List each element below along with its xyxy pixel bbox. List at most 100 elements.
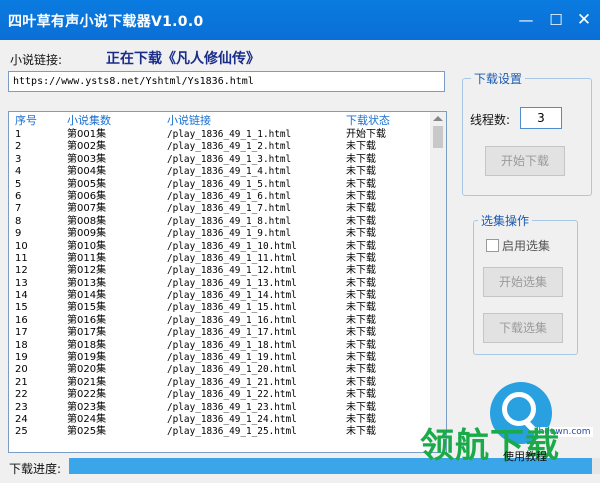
table-row[interactable]: 22 第022集/play_1836_49_1_22.html 未下载 bbox=[9, 389, 431, 401]
table-row[interactable]: 6 第006集/play_1836_49_1_6.html 未下载 bbox=[9, 191, 431, 203]
enable-selection-checkbox[interactable]: 启用选集 bbox=[486, 237, 550, 254]
row-status: 未下载 bbox=[346, 290, 376, 302]
row-index: 22 bbox=[15, 389, 28, 401]
table-row[interactable]: 12 第012集/play_1836_49_1_12.html 未下载 bbox=[9, 265, 431, 277]
row-link: /play_1836_49_1_21.html bbox=[167, 376, 297, 388]
header-status[interactable]: 下载状态 bbox=[346, 112, 390, 128]
row-index: 19 bbox=[15, 352, 28, 364]
row-status: 未下载 bbox=[346, 240, 376, 252]
list-header: 序号 小说集数 小说链接 下载状态 bbox=[9, 112, 431, 129]
row-link: /play_1836_49_1_20.html bbox=[167, 364, 297, 376]
table-row[interactable]: 15 第015集/play_1836_49_1_15.html 未下载 bbox=[9, 302, 431, 314]
table-row[interactable]: 18 第018集/play_1836_49_1_18.html 未下载 bbox=[9, 340, 431, 352]
row-index: 23 bbox=[15, 401, 28, 413]
row-status: 未下载 bbox=[346, 190, 376, 202]
row-status: 未下载 bbox=[346, 215, 376, 227]
checkbox-box[interactable] bbox=[486, 239, 499, 252]
selection-title: 选集操作 bbox=[478, 212, 533, 229]
close-icon[interactable]: ✕ bbox=[574, 10, 594, 30]
row-status: 未下载 bbox=[346, 228, 376, 240]
header-episode[interactable]: 小说集数 bbox=[67, 112, 111, 128]
row-episode: 第017集 bbox=[67, 327, 107, 339]
tutorial-link[interactable]: 使用教程 bbox=[503, 448, 547, 464]
row-episode: 第007集 bbox=[67, 203, 107, 215]
episode-list[interactable]: 序号 小说集数 小说链接 下载状态 1 第001集/play_1836_49_1_… bbox=[8, 111, 447, 453]
table-row[interactable]: 19 第019集/play_1836_49_1_19.html 未下载 bbox=[9, 352, 431, 364]
row-link: /play_1836_49_1_5.html bbox=[167, 178, 292, 190]
table-row[interactable]: 23 第023集/play_1836_49_1_23.html 未下载 bbox=[9, 402, 431, 414]
row-status: 未下载 bbox=[346, 327, 376, 339]
list-scrollbar[interactable] bbox=[430, 112, 446, 452]
row-index: 18 bbox=[15, 339, 28, 351]
scroll-up-icon[interactable] bbox=[433, 116, 443, 121]
url-input[interactable]: https://www.ysts8.net/Yshtml/Ys1836.html bbox=[8, 71, 445, 92]
settings-title: 下载设置 bbox=[471, 70, 526, 87]
row-episode: 第009集 bbox=[67, 228, 107, 240]
table-row[interactable]: 10 第010集/play_1836_49_1_10.html 未下载 bbox=[9, 241, 431, 253]
row-status: 未下载 bbox=[346, 364, 376, 376]
table-row[interactable]: 21 第021集/play_1836_49_1_21.html 未下载 bbox=[9, 377, 431, 389]
table-row[interactable]: 24 第024集/play_1836_49_1_24.html 未下载 bbox=[9, 414, 431, 426]
row-status: 开始下载 bbox=[346, 129, 386, 140]
row-link: /play_1836_49_1_6.html bbox=[167, 190, 292, 202]
row-status: 未下载 bbox=[346, 302, 376, 314]
table-row[interactable]: 5 第005集/play_1836_49_1_5.html 未下载 bbox=[9, 179, 431, 191]
thread-count-input[interactable]: 3 bbox=[520, 107, 562, 129]
url-label: 小说链接: bbox=[10, 53, 63, 67]
row-index: 14 bbox=[15, 290, 28, 302]
row-index: 6 bbox=[15, 190, 22, 202]
row-episode: 第016集 bbox=[67, 314, 107, 326]
downloading-status: 正在下载《凡人修仙传》 bbox=[106, 51, 260, 67]
minimize-icon[interactable]: — bbox=[516, 10, 536, 30]
row-status: 未下载 bbox=[346, 413, 376, 425]
scroll-thumb[interactable] bbox=[433, 126, 443, 148]
row-episode: 第001集 bbox=[67, 129, 107, 140]
header-link[interactable]: 小说链接 bbox=[167, 112, 211, 128]
row-episode: 第005集 bbox=[67, 178, 107, 190]
row-link: /play_1836_49_1_7.html bbox=[167, 203, 292, 215]
table-row[interactable]: 2 第002集/play_1836_49_1_2.html 未下载 bbox=[9, 141, 431, 153]
header-index[interactable]: 序号 bbox=[15, 112, 37, 128]
row-episode: 第025集 bbox=[67, 426, 107, 438]
table-row[interactable]: 9 第009集/play_1836_49_1_9.html 未下载 bbox=[9, 228, 431, 240]
row-episode: 第018集 bbox=[67, 339, 107, 351]
start-download-button[interactable]: 开始下载 bbox=[485, 146, 565, 176]
table-row[interactable]: 14 第014集/play_1836_49_1_14.html 未下载 bbox=[9, 290, 431, 302]
list-rows: 1 第001集/play_1836_49_1_1.html 开始下载 2 第002集/p… bbox=[9, 129, 431, 439]
row-status: 未下载 bbox=[346, 203, 376, 215]
row-status: 未下载 bbox=[346, 265, 376, 277]
table-row[interactable]: 8 第008集/play_1836_49_1_8.html 未下载 bbox=[9, 216, 431, 228]
row-index: 11 bbox=[15, 252, 28, 264]
table-row[interactable]: 7 第007集/play_1836_49_1_7.html 未下载 bbox=[9, 203, 431, 215]
row-episode: 第015集 bbox=[67, 302, 107, 314]
table-row[interactable]: 25 第025集/play_1836_49_1_25.html 未下载 bbox=[9, 426, 431, 438]
row-episode: 第002集 bbox=[67, 141, 107, 153]
row-status: 未下载 bbox=[346, 339, 376, 351]
table-row[interactable]: 11 第011集/play_1836_49_1_11.html 未下载 bbox=[9, 253, 431, 265]
maximize-icon[interactable]: ☐ bbox=[546, 10, 566, 30]
row-status: 未下载 bbox=[346, 166, 376, 178]
table-row[interactable]: 17 第017集/play_1836_49_1_17.html 未下载 bbox=[9, 327, 431, 339]
row-status: 未下载 bbox=[346, 153, 376, 165]
row-episode: 第021集 bbox=[67, 376, 107, 388]
row-status: 未下载 bbox=[346, 352, 376, 364]
row-episode: 第010集 bbox=[67, 240, 107, 252]
row-link: /play_1836_49_1_11.html bbox=[167, 252, 297, 264]
table-row[interactable]: 4 第004集/play_1836_49_1_4.html 未下载 bbox=[9, 166, 431, 178]
start-selection-button[interactable]: 开始选集 bbox=[483, 267, 563, 297]
row-index: 15 bbox=[15, 302, 28, 314]
row-index: 21 bbox=[15, 376, 28, 388]
table-row[interactable]: 16 第016集/play_1836_49_1_16.html 未下载 bbox=[9, 315, 431, 327]
row-link: /play_1836_49_1_8.html bbox=[167, 215, 292, 227]
table-row[interactable]: 13 第013集/play_1836_49_1_13.html 未下载 bbox=[9, 278, 431, 290]
download-settings-group: 下载设置 bbox=[462, 70, 592, 196]
table-row[interactable]: 3 第003集/play_1836_49_1_3.html 未下载 bbox=[9, 154, 431, 166]
row-status: 未下载 bbox=[346, 178, 376, 190]
row-episode: 第012集 bbox=[67, 265, 107, 277]
table-row[interactable]: 1 第001集/play_1836_49_1_1.html 开始下载 bbox=[9, 129, 431, 141]
row-index: 13 bbox=[15, 277, 28, 289]
download-selection-button[interactable]: 下载选集 bbox=[483, 313, 563, 343]
row-link: /play_1836_49_1_19.html bbox=[167, 352, 297, 364]
table-row[interactable]: 20 第020集/play_1836_49_1_20.html 未下载 bbox=[9, 364, 431, 376]
row-index: 5 bbox=[15, 178, 22, 190]
